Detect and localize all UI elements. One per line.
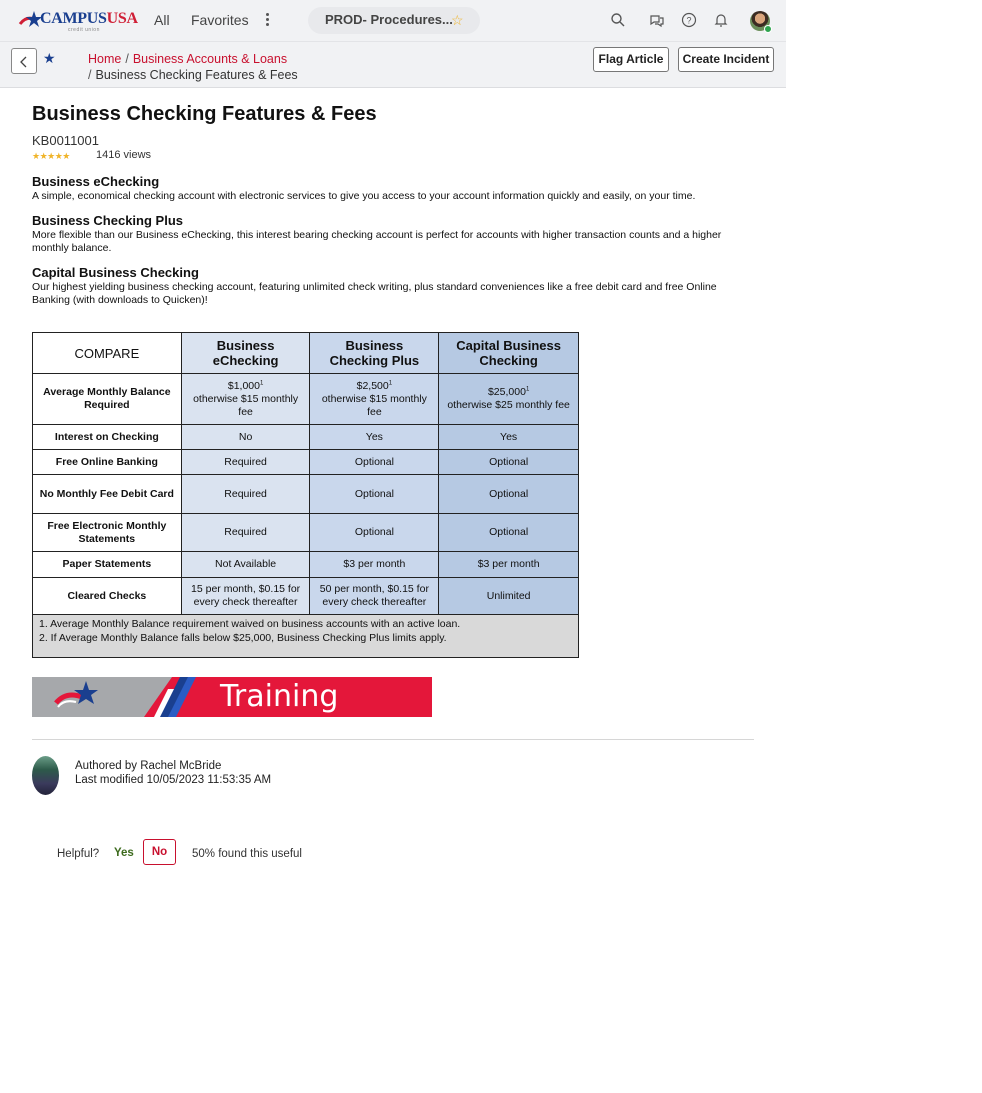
breadcrumb: Home / Business Accounts & Loans / Business… xyxy=(88,51,298,83)
top-nav: CAMPUSUSA credit union All Favorites PRO… xyxy=(0,0,786,42)
section-text: A simple, economical checking account wi… xyxy=(32,190,696,202)
table-cell: $3 per month xyxy=(309,551,440,578)
online-status-icon xyxy=(764,25,772,33)
campus-usa-logo[interactable]: CAMPUSUSA credit union xyxy=(18,9,138,33)
section-text: More flexible than our Business eCheckin… xyxy=(32,229,722,254)
table-header: COMPARE xyxy=(32,332,182,374)
footnote: 1. Average Monthly Balance requirement w… xyxy=(39,618,461,630)
row-label: Average Monthly Balance Required xyxy=(32,373,182,425)
table-cell: $25,0001 otherwise $25 monthly fee xyxy=(438,373,579,425)
nav-favorites[interactable]: Favorites xyxy=(191,12,249,28)
table-cell: No xyxy=(180,424,311,450)
svg-text:?: ? xyxy=(686,16,691,26)
table-row: Paper Statements Not Available $3 per mo… xyxy=(32,551,579,578)
table-row: No Monthly Fee Debit Card Required Optio… xyxy=(32,474,579,514)
table-cell: Optional xyxy=(438,513,579,552)
table-cell: Required xyxy=(180,513,311,552)
last-modified: Last modified 10/05/2023 11:53:35 AM xyxy=(75,774,272,786)
bell-icon[interactable] xyxy=(713,12,731,30)
favorite-star-icon[interactable]: ★ xyxy=(43,50,56,67)
helpful-label: Helpful? xyxy=(57,848,100,860)
create-incident-button[interactable]: Create Incident xyxy=(678,47,774,72)
table-cell: Optional xyxy=(309,449,440,475)
section-heading: Business eChecking xyxy=(32,174,160,189)
breadcrumb-business-accounts[interactable]: Business Accounts & Loans xyxy=(133,52,287,66)
table-header: Business Checking Plus xyxy=(309,332,440,374)
back-button[interactable] xyxy=(11,48,37,74)
logo-wordmark: CAMPUSUSA xyxy=(40,10,138,27)
row-label: Free Online Banking xyxy=(32,449,182,475)
user-avatar[interactable] xyxy=(750,11,772,33)
flag-article-button[interactable]: Flag Article xyxy=(593,47,669,72)
table-row: Free Electronic Monthly Statements Requi… xyxy=(32,513,579,552)
table-cell: $2,5001 otherwise $15 monthly fee xyxy=(309,373,440,425)
row-label: Free Electronic Monthly Statements xyxy=(32,513,182,552)
authored-by: Authored by Rachel McBride xyxy=(75,760,222,772)
table-cell: 15 per month, $0.15 for every check ther… xyxy=(180,577,311,615)
article-header-bar: ★ Home / Business Accounts & Loans / Busine… xyxy=(0,42,786,88)
table-cell: Optional xyxy=(309,474,440,514)
table-row: Interest on Checking No Yes Yes xyxy=(32,424,579,450)
breadcrumb-separator: / xyxy=(88,68,92,82)
table-cell: Optional xyxy=(438,449,579,475)
breadcrumb-separator: / xyxy=(125,52,129,66)
table-cell: Required xyxy=(180,474,311,514)
training-banner: Training xyxy=(32,677,432,717)
author-avatar xyxy=(32,756,59,795)
row-label: Paper Statements xyxy=(32,551,182,578)
table-cell: Yes xyxy=(309,424,440,450)
table-row: Average Monthly Balance Required $1,0001… xyxy=(32,373,579,425)
table-cell: Optional xyxy=(309,513,440,552)
row-label: No Monthly Fee Debit Card xyxy=(32,474,182,514)
table-row: Free Online Banking Required Optional Op… xyxy=(32,449,579,475)
useful-percentage: 50% found this useful xyxy=(192,848,302,860)
no-button[interactable]: No xyxy=(143,839,176,865)
table-cell: Required xyxy=(180,449,311,475)
section-text: Our highest yielding business checking a… xyxy=(32,281,717,306)
article-title: Business Checking Features & Fees xyxy=(32,103,377,125)
table-cell: Yes xyxy=(438,424,579,450)
table-cell: $3 per month xyxy=(438,551,579,578)
help-icon[interactable]: ? xyxy=(681,12,699,30)
section-heading: Business Checking Plus xyxy=(32,213,183,228)
chevron-left-icon xyxy=(20,56,27,68)
table-cell: Not Available xyxy=(180,551,311,578)
tab-title: PROD- Procedures... xyxy=(325,12,453,27)
table-footnote-row: 1. Average Monthly Balance requirement w… xyxy=(32,614,579,658)
table-header: Capital Business Checking xyxy=(438,332,579,374)
table-row: Cleared Checks 15 per month, $0.15 for e… xyxy=(32,577,579,615)
kb-number: KB0011001 xyxy=(32,133,99,148)
chat-icon[interactable] xyxy=(649,12,667,30)
more-menu-icon[interactable] xyxy=(262,12,272,28)
table-cell: Unlimited xyxy=(438,577,579,615)
row-label: Cleared Checks xyxy=(32,577,182,615)
table-footnotes: 1. Average Monthly Balance requirement w… xyxy=(32,614,579,658)
yes-button[interactable]: Yes xyxy=(114,847,134,859)
training-banner-text: Training xyxy=(220,679,339,714)
star-outline-icon[interactable]: ☆ xyxy=(451,12,464,29)
footnote: 2. If Average Monthly Balance falls belo… xyxy=(39,632,447,644)
app-root: CAMPUSUSA credit union All Favorites PRO… xyxy=(0,0,786,865)
table-cell: 50 per month, $0.15 for every check ther… xyxy=(309,577,440,615)
breadcrumb-home[interactable]: Home xyxy=(88,52,121,66)
tab-current-page[interactable]: PROD- Procedures... ☆ xyxy=(308,7,480,34)
breadcrumb-current: Business Checking Features & Fees xyxy=(95,68,298,82)
table-header: Business eChecking xyxy=(180,332,311,374)
compare-table: COMPARE Business eChecking Business Chec… xyxy=(32,332,579,658)
logo-tagline: credit union xyxy=(68,27,100,33)
view-count: 1416 views xyxy=(96,149,152,161)
table-cell: Optional xyxy=(438,474,579,514)
divider xyxy=(32,739,754,740)
search-icon[interactable] xyxy=(610,12,628,30)
rating-stars-icon: ★★★★★ xyxy=(32,151,70,161)
table-cell: $1,0001 otherwise $15 monthly fee xyxy=(180,373,311,425)
section-heading: Capital Business Checking xyxy=(32,265,199,280)
table-header-row: COMPARE Business eChecking Business Chec… xyxy=(32,332,579,374)
row-label: Interest on Checking xyxy=(32,424,182,450)
nav-all[interactable]: All xyxy=(154,12,170,28)
